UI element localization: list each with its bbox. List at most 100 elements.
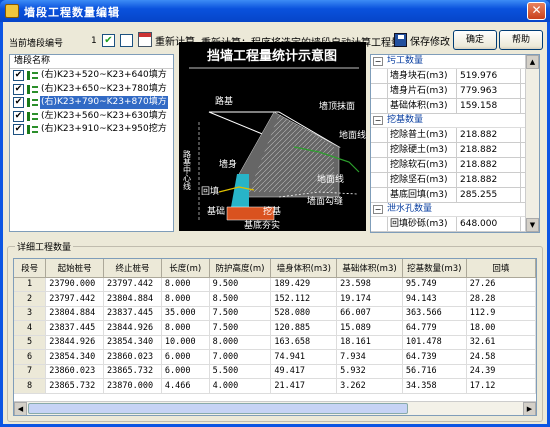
table-cell[interactable]: 24.39 xyxy=(466,364,536,379)
quantity-value[interactable]: 218.882 xyxy=(457,173,521,187)
table-cell[interactable]: 23797.442 xyxy=(103,277,162,292)
tree-item[interactable]: ✔ (左)K23+560~K23+630填方 xyxy=(10,110,173,124)
quantity-row[interactable]: 基础体积(m3) 159.158 xyxy=(371,99,539,114)
quantity-row[interactable]: 回填砂砾(m3) 648.000 xyxy=(371,217,539,232)
tree-item-checkbox[interactable]: ✔ xyxy=(13,70,24,81)
details-table[interactable]: 段号 起始桩号 终止桩号 长度(m) 防护高度(m) 墙身体积(m3) 基础体积(m3) 挖基… xyxy=(13,258,537,416)
table-cell[interactable]: 3.262 xyxy=(336,378,403,394)
help-button[interactable]: 帮助 xyxy=(499,30,543,50)
table-cell[interactable]: 7.934 xyxy=(336,349,403,365)
row-number-cell[interactable]: 3 xyxy=(14,306,47,321)
quantity-value[interactable]: 779.963 xyxy=(457,84,521,98)
table-cell[interactable]: 8.000 xyxy=(161,291,210,307)
tree-item[interactable]: ✔ (右)K23+910~K23+950挖方 xyxy=(10,123,173,137)
save-changes-button[interactable]: 保存修改 xyxy=(410,33,450,48)
table-row[interactable]: 1 23790.000 23797.442 8.000 9.500 189.429 23.5… xyxy=(14,277,536,292)
quantity-row[interactable]: 挖除硬土(m3) 218.882 xyxy=(371,143,539,158)
table-cell[interactable]: 7.500 xyxy=(209,320,272,336)
column-header[interactable]: 起始桩号 xyxy=(45,259,105,278)
table-cell[interactable]: 18.00 xyxy=(466,320,536,336)
column-header[interactable]: 墙身体积(m3) xyxy=(270,259,338,278)
save-icon[interactable] xyxy=(394,33,407,47)
quantity-row[interactable]: 墙身块石(m3) 519.976 xyxy=(371,69,539,84)
table-cell[interactable]: 21.417 xyxy=(270,378,338,394)
ok-button[interactable]: 确定 xyxy=(453,30,497,50)
quantity-value[interactable]: 720.000 xyxy=(457,232,521,233)
row-number-cell[interactable]: 4 xyxy=(14,320,47,336)
table-cell[interactable]: 23865.732 xyxy=(45,378,105,394)
column-header[interactable]: 长度(m) xyxy=(161,259,210,278)
quantity-value[interactable]: 159.158 xyxy=(457,99,521,113)
table-cell[interactable]: 18.161 xyxy=(336,335,403,350)
table-cell[interactable]: 152.112 xyxy=(270,291,338,307)
table-cell[interactable]: 27.26 xyxy=(466,277,536,292)
quantity-scrollbar[interactable]: ▲ ▼ xyxy=(525,55,539,232)
table-cell[interactable]: 34.358 xyxy=(402,378,467,394)
table-cell[interactable]: 6.000 xyxy=(161,364,210,379)
close-button[interactable]: ✕ xyxy=(527,2,546,20)
table-cell[interactable]: 56.716 xyxy=(402,364,467,379)
table-cell[interactable]: 6.000 xyxy=(161,349,210,365)
table-row[interactable]: 4 23837.445 23844.926 8.000 7.500 120.885 15.0… xyxy=(14,320,536,336)
table-cell[interactable]: 66.007 xyxy=(336,306,403,321)
table-cell[interactable]: 74.941 xyxy=(270,349,338,365)
row-number-cell[interactable]: 7 xyxy=(14,364,47,379)
table-cell[interactable]: 8.000 xyxy=(209,335,272,350)
table-cell[interactable]: 49.417 xyxy=(270,364,338,379)
tree-item-checkbox[interactable]: ✔ xyxy=(13,83,24,95)
tree-item[interactable]: ✔ (右)K23+790~K23+870填方 xyxy=(10,96,173,110)
table-cell[interactable]: 163.658 xyxy=(270,335,338,350)
table-cell[interactable]: 23854.340 xyxy=(45,349,105,365)
tree-item[interactable]: ✔ (右)K23+650~K23+780填方 xyxy=(10,83,173,97)
quantity-section-header[interactable]: − 挖基数量 xyxy=(371,114,539,128)
table-cell[interactable]: 528.080 xyxy=(270,306,338,321)
column-header[interactable]: 回填 xyxy=(466,259,536,278)
scroll-left-arrow[interactable]: ◀ xyxy=(14,402,27,415)
table-cell[interactable]: 8.500 xyxy=(209,291,272,307)
table-cell[interactable]: 5.500 xyxy=(209,364,272,379)
table-cell[interactable]: 23844.926 xyxy=(45,335,105,350)
tree-item-checkbox[interactable]: ✔ xyxy=(13,124,24,135)
row-number-cell[interactable]: 5 xyxy=(14,335,47,350)
table-cell[interactable]: 23854.340 xyxy=(103,335,162,350)
table-row[interactable]: 5 23844.926 23854.340 10.000 8.000 163.658 18.… xyxy=(14,335,536,350)
table-cell[interactable]: 23865.732 xyxy=(103,364,162,379)
table-cell[interactable]: 23804.884 xyxy=(45,306,105,321)
column-header[interactable]: 挖基数量(m3) xyxy=(402,259,467,278)
table-cell[interactable]: 24.58 xyxy=(466,349,536,365)
scroll-thumb[interactable] xyxy=(28,403,408,414)
table-cell[interactable]: 64.779 xyxy=(402,320,467,336)
quantity-value[interactable]: 218.882 xyxy=(457,143,521,157)
table-cell[interactable]: 363.566 xyxy=(402,306,467,321)
checkbox-checked[interactable]: ✔ xyxy=(102,34,115,47)
column-header[interactable]: 基础体积(m3) xyxy=(336,259,403,278)
table-cell[interactable]: 23844.926 xyxy=(103,320,162,336)
table-cell[interactable]: 23860.023 xyxy=(103,349,162,365)
table-cell[interactable]: 23797.442 xyxy=(45,291,105,307)
table-cell[interactable]: 19.174 xyxy=(336,291,403,307)
row-number-cell[interactable]: 2 xyxy=(14,291,47,307)
collapse-icon[interactable]: − xyxy=(373,205,383,214)
table-cell[interactable]: 35.000 xyxy=(161,306,210,321)
column-header[interactable]: 防护高度(m) xyxy=(209,259,272,278)
table-cell[interactable]: 23860.023 xyxy=(45,364,105,379)
tree-item-checkbox[interactable]: ✔ xyxy=(13,110,24,122)
quantity-value[interactable]: 218.882 xyxy=(457,128,521,142)
scroll-right-arrow[interactable]: ▶ xyxy=(523,402,536,415)
table-cell[interactable]: 120.885 xyxy=(270,320,338,336)
tree-item[interactable]: ✔ (右)K23+520~K23+640填方 xyxy=(10,69,173,83)
table-cell[interactable]: 23837.445 xyxy=(103,306,162,321)
quantity-section-header[interactable]: − 圬工数量 xyxy=(371,55,539,69)
title-bar[interactable]: 墙段工程数量编辑 ✕ xyxy=(0,0,550,22)
quantity-value[interactable]: 519.976 xyxy=(457,69,521,83)
quantity-value[interactable]: 648.000 xyxy=(457,217,521,231)
table-row[interactable]: 3 23804.884 23837.445 35.000 7.500 528.080 66.… xyxy=(14,306,536,321)
table-cell[interactable]: 5.932 xyxy=(336,364,403,379)
quantity-panel[interactable]: − 圬工数量 墙身块石(m3) 519.976 墙身片石(m3) 779.963 基础体积(… xyxy=(370,54,540,233)
row-number-cell[interactable]: 1 xyxy=(14,277,47,292)
table-cell[interactable]: 17.12 xyxy=(466,378,536,394)
table-cell[interactable]: 4.000 xyxy=(209,378,272,394)
table-cell[interactable]: 95.749 xyxy=(402,277,467,292)
table-cell[interactable]: 23.598 xyxy=(336,277,403,292)
table-cell[interactable]: 94.143 xyxy=(402,291,467,307)
